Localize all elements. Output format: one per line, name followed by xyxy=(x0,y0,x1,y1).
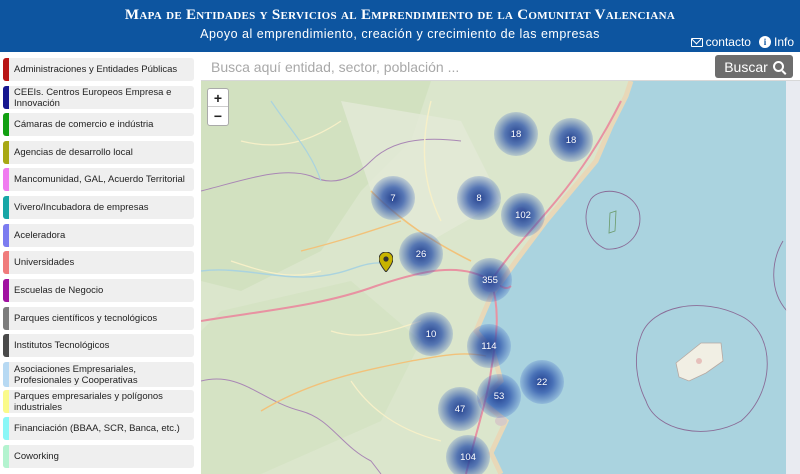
category-parques-cientificos[interactable]: Parques científicos y tecnológicos xyxy=(3,307,194,330)
map-cluster[interactable]: 355 xyxy=(468,258,512,302)
category-label: Coworking xyxy=(14,451,59,462)
zoom-out-button[interactable]: − xyxy=(208,107,228,125)
map-cluster[interactable]: 53 xyxy=(477,374,521,418)
map-cluster[interactable]: 22 xyxy=(520,360,564,404)
category-label: Parques científicos y tecnológicos xyxy=(14,313,158,324)
page-subtitle: Apoyo al emprendimiento, creación y crec… xyxy=(200,27,600,41)
search-icon xyxy=(772,61,784,72)
category-label: Institutos Tecnológicos xyxy=(14,340,110,351)
map-cluster[interactable]: 7 xyxy=(371,176,415,220)
map-view[interactable]: + − 18 18 7 8 102 26 355 10 114 22 53 47… xyxy=(201,81,800,474)
search-input[interactable] xyxy=(201,54,706,79)
info-label: Info xyxy=(773,35,794,49)
category-label: Vivero/Incubadora de empresas xyxy=(14,202,149,213)
page-title: Mapa de Entidades y Servicios al Emprend… xyxy=(124,7,676,23)
category-financiacion[interactable]: Financiación (BBAA, SCR, Banca, etc.) xyxy=(3,417,194,440)
info-icon: i xyxy=(758,36,771,48)
category-coworking[interactable]: Coworking xyxy=(3,445,194,468)
map-cluster[interactable]: 18 xyxy=(494,112,538,156)
category-label: Asociaciones Empresariales, Profesionale… xyxy=(14,363,138,386)
category-agencias[interactable]: Agencias de desarrollo local xyxy=(3,141,194,164)
contact-link[interactable]: contacto xyxy=(690,35,751,49)
category-administraciones[interactable]: Administraciones y Entidades Públicas xyxy=(3,58,194,81)
category-label: Escuelas de Negocio xyxy=(14,285,104,296)
category-label: Financiación (BBAA, SCR, Banca, etc.) xyxy=(14,423,180,434)
category-camaras[interactable]: Cámaras de comercio e indústria xyxy=(3,113,194,136)
category-universidades[interactable]: Universidades xyxy=(3,251,194,274)
category-label: Universidades xyxy=(14,257,75,268)
category-label: Administraciones y Entidades Públicas xyxy=(14,64,178,75)
category-label: Mancomunidad, GAL, Acuerdo Territorial xyxy=(14,174,185,185)
map-cluster[interactable]: 10 xyxy=(409,312,453,356)
category-ceeis[interactable]: CEEIs. Centros Europeos Empresa e Innova… xyxy=(3,86,194,109)
category-label: Aceleradora xyxy=(14,230,66,241)
category-escuelas[interactable]: Escuelas de Negocio xyxy=(3,279,194,302)
zoom-in-button[interactable]: + xyxy=(208,89,228,107)
map-cluster[interactable]: 26 xyxy=(399,232,443,276)
search-button-label: Buscar xyxy=(724,58,768,75)
category-vivero[interactable]: Vivero/Incubadora de empresas xyxy=(3,196,194,219)
category-aceleradora[interactable]: Aceleradora xyxy=(3,224,194,247)
category-mancomunidad[interactable]: Mancomunidad, GAL, Acuerdo Territorial xyxy=(3,168,194,191)
search-bar: Buscar xyxy=(201,52,800,81)
map-cluster[interactable]: 47 xyxy=(438,387,482,431)
map-cluster[interactable]: 102 xyxy=(501,193,545,237)
app-header: Mapa de Entidades y Servicios al Emprend… xyxy=(0,0,800,52)
category-label: Parques empresariales y polígonos indust… xyxy=(14,390,163,413)
category-label: CEEIs. Centros Europeos Empresa e Innova… xyxy=(14,86,172,109)
contact-label: contacto xyxy=(705,35,751,49)
category-label: Cámaras de comercio e indústria xyxy=(14,119,154,130)
category-sidebar: Administraciones y Entidades Públicas CE… xyxy=(0,52,200,474)
map-cluster[interactable]: 18 xyxy=(549,118,593,162)
category-parques-empresariales[interactable]: Parques empresariales y polígonos indust… xyxy=(3,390,194,413)
zoom-control: + − xyxy=(207,88,229,126)
map-cluster[interactable]: 114 xyxy=(467,324,511,368)
info-link[interactable]: i Info xyxy=(758,35,794,49)
map-marker-icon[interactable] xyxy=(379,252,393,272)
search-button[interactable]: Buscar xyxy=(715,55,793,78)
category-asociaciones[interactable]: Asociaciones Empresariales, Profesionale… xyxy=(3,362,194,387)
header-links: contacto i Info xyxy=(690,35,794,49)
category-institutos[interactable]: Institutos Tecnológicos xyxy=(3,334,194,357)
category-label: Agencias de desarrollo local xyxy=(14,147,133,158)
envelope-icon xyxy=(690,37,703,47)
map-cluster[interactable]: 104 xyxy=(446,435,490,474)
map-cluster[interactable]: 8 xyxy=(457,176,501,220)
